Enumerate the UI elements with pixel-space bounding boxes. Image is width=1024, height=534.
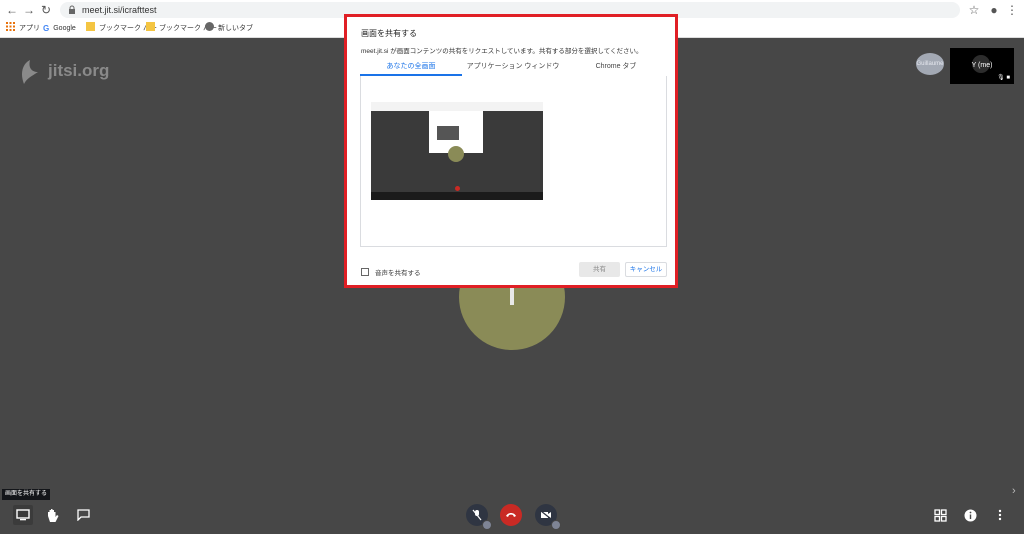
screen-share-dialog: 画面を共有する meet.jit.si が画面コンテンツの共有をリクエストしてい… bbox=[344, 14, 678, 288]
bookmark-label: 新しいタブ bbox=[218, 25, 253, 32]
screen-share-button[interactable] bbox=[13, 505, 33, 525]
local-status-icons: 🎙 ■ bbox=[997, 75, 1010, 81]
info-icon bbox=[964, 509, 976, 521]
bookmark-google[interactable]: G Google bbox=[43, 22, 76, 35]
tile-view-button[interactable] bbox=[930, 505, 950, 525]
profile-icon[interactable]: ● bbox=[987, 3, 1001, 17]
local-participant-name: Y (me) bbox=[971, 62, 993, 69]
logo-text: jitsi.org bbox=[48, 61, 110, 80]
raise-hand-icon bbox=[48, 508, 59, 522]
avatar-initial bbox=[510, 287, 514, 305]
tab-entire-screen[interactable]: あなたの全画面 bbox=[360, 61, 462, 76]
jitsi-logo-icon bbox=[22, 60, 38, 84]
camera-off-icon bbox=[540, 510, 552, 520]
bookmark-label: アプリ bbox=[19, 25, 40, 32]
kebab-menu-icon[interactable]: ⋮ bbox=[1005, 3, 1019, 17]
raise-hand-button[interactable] bbox=[43, 505, 63, 525]
chat-icon bbox=[76, 509, 90, 521]
globe-icon bbox=[205, 22, 214, 31]
mic-options-badge[interactable] bbox=[482, 520, 492, 530]
info-button[interactable] bbox=[960, 505, 980, 525]
tab-chrome-tab[interactable]: Chrome タブ bbox=[565, 61, 667, 76]
back-icon[interactable]: ← bbox=[5, 3, 19, 17]
preview-dialog-content bbox=[437, 126, 459, 140]
tab-application-window[interactable]: アプリケーション ウィンドウ bbox=[462, 61, 564, 76]
local-video-thumbnail[interactable]: Y (me) 🎙 ■ bbox=[950, 48, 1014, 84]
remote-participant-name: Guillaume bbox=[916, 61, 944, 67]
mic-muted-icon bbox=[472, 509, 482, 521]
dialog-description: meet.jit.si が画面コンテンツの共有をリクエストしています。共有する部… bbox=[361, 48, 643, 55]
bookmark-label: Google bbox=[53, 25, 76, 32]
forward-icon[interactable]: → bbox=[22, 3, 36, 17]
jitsi-logo[interactable]: jitsi.org bbox=[18, 58, 109, 88]
hangup-icon bbox=[506, 513, 516, 517]
dialog-title: 画面を共有する bbox=[361, 29, 417, 38]
folder-icon bbox=[86, 22, 95, 31]
preview-taskbar bbox=[371, 192, 543, 200]
screen-preview-thumbnail[interactable] bbox=[371, 102, 543, 200]
preview-browser-bar bbox=[371, 102, 543, 111]
source-tabs: あなたの全画面 アプリケーション ウィンドウ Chrome タブ bbox=[360, 61, 667, 76]
camera-options-badge[interactable] bbox=[551, 520, 561, 530]
chat-button[interactable] bbox=[73, 505, 93, 525]
screen-share-icon bbox=[16, 509, 30, 521]
lock-icon bbox=[69, 5, 75, 14]
remote-participant-thumbnail[interactable]: Guillaume bbox=[916, 53, 944, 75]
star-icon[interactable]: ☆ bbox=[967, 3, 981, 17]
url-text: meet.jit.si/icrafttest bbox=[82, 5, 157, 15]
bookmark-new-tab[interactable]: 新しいタブ bbox=[205, 22, 253, 35]
screen-share-tooltip: 画面を共有する bbox=[2, 489, 51, 500]
share-audio-label: 音声を共有する bbox=[375, 270, 421, 277]
chevron-right-icon[interactable]: › bbox=[1012, 485, 1016, 497]
bookmark-apps[interactable]: アプリ bbox=[6, 22, 40, 35]
mic-toggle-button[interactable] bbox=[466, 504, 492, 530]
source-panel bbox=[360, 76, 667, 247]
apps-grid-icon bbox=[6, 22, 15, 31]
more-actions-button[interactable] bbox=[990, 505, 1010, 525]
preview-hangup bbox=[455, 186, 460, 191]
more-icon bbox=[998, 509, 1002, 521]
reload-icon[interactable]: ↻ bbox=[39, 3, 53, 17]
hangup-button[interactable] bbox=[500, 504, 522, 526]
share-audio-checkbox[interactable] bbox=[361, 268, 369, 276]
preview-avatar bbox=[448, 146, 464, 162]
folder-icon bbox=[146, 22, 155, 31]
cancel-button[interactable]: キャンセル bbox=[625, 262, 667, 277]
share-button[interactable]: 共有 bbox=[579, 262, 620, 277]
camera-toggle-button[interactable] bbox=[535, 504, 561, 530]
google-icon: G bbox=[43, 24, 50, 33]
tile-view-icon bbox=[933, 508, 947, 522]
